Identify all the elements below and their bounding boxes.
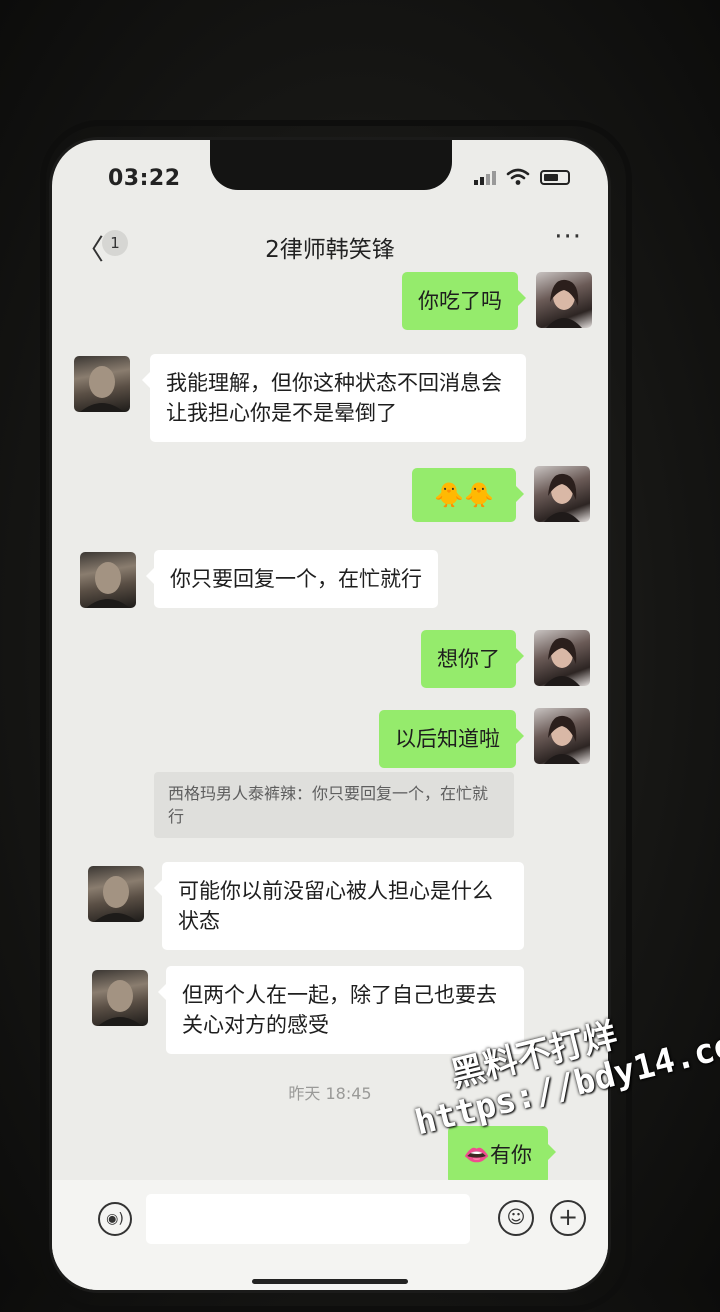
contact-avatar[interactable]: [74, 356, 130, 412]
contact-avatar[interactable]: [92, 970, 148, 1026]
message-bubble-incoming[interactable]: 但两个人在一起，除了自己也要去关心对方的感受: [158, 966, 524, 1054]
my-avatar[interactable]: [534, 630, 590, 686]
message-text: 你吃了吗: [418, 289, 502, 313]
my-avatar[interactable]: [534, 708, 590, 764]
message-text: 👄有你: [463, 1143, 532, 1167]
message-bubble-outgoing[interactable]: 想你了: [421, 630, 524, 688]
message-input[interactable]: [146, 1194, 470, 1244]
chat-title: 2律师韩笑锋: [265, 237, 395, 263]
message-bubble-outgoing[interactable]: 👄有你: [447, 1126, 557, 1184]
plus-icon[interactable]: +: [550, 1200, 586, 1236]
message-text: 我能理解，但你这种状态不回消息会让我担心你是不是晕倒了: [166, 371, 502, 425]
battery-icon: [540, 169, 570, 185]
voice-icon[interactable]: ◉): [98, 1202, 132, 1236]
quoted-message[interactable]: 西格玛男人泰裤辣：你只要回复一个，在忙就行: [154, 772, 514, 838]
signal-icon: [474, 169, 496, 185]
message-text: 可能你以前没留心被人担心是什么状态: [178, 879, 493, 933]
message-bubble-outgoing[interactable]: 你吃了吗: [402, 272, 526, 330]
message-bubble-outgoing[interactable]: 🐥🐥: [412, 468, 524, 522]
emoji-icon[interactable]: ☺: [498, 1200, 534, 1236]
wifi-icon: [506, 168, 530, 185]
more-dots-icon[interactable]: ···: [554, 222, 582, 252]
message-text: 你只要回复一个，在忙就行: [170, 567, 422, 591]
message-bubble-incoming[interactable]: 我能理解，但你这种状态不回消息会让我担心你是不是晕倒了: [142, 354, 526, 442]
message-text: 但两个人在一起，除了自己也要去关心对方的感受: [182, 983, 497, 1037]
notch: [210, 140, 452, 190]
contact-avatar[interactable]: [88, 866, 144, 922]
message-bubble-outgoing[interactable]: 以后知道啦: [379, 710, 524, 768]
my-avatar[interactable]: [536, 272, 592, 328]
status-icons: [474, 168, 570, 186]
message-text: 想你了: [437, 647, 500, 671]
message-bubble-incoming[interactable]: 可能你以前没留心被人担心是什么状态: [154, 862, 524, 950]
message-text: 以后知道啦: [395, 727, 500, 751]
my-avatar[interactable]: [534, 466, 590, 522]
status-time: 03:22: [108, 166, 181, 191]
message-text: 🐥🐥: [434, 481, 494, 509]
contact-avatar[interactable]: [80, 552, 136, 608]
chat-header: 〈 1 2律师韩笑锋 ···: [52, 218, 608, 268]
input-bar: ◉) ☺ +: [52, 1180, 608, 1290]
message-bubble-incoming[interactable]: 你只要回复一个，在忙就行: [146, 550, 438, 608]
